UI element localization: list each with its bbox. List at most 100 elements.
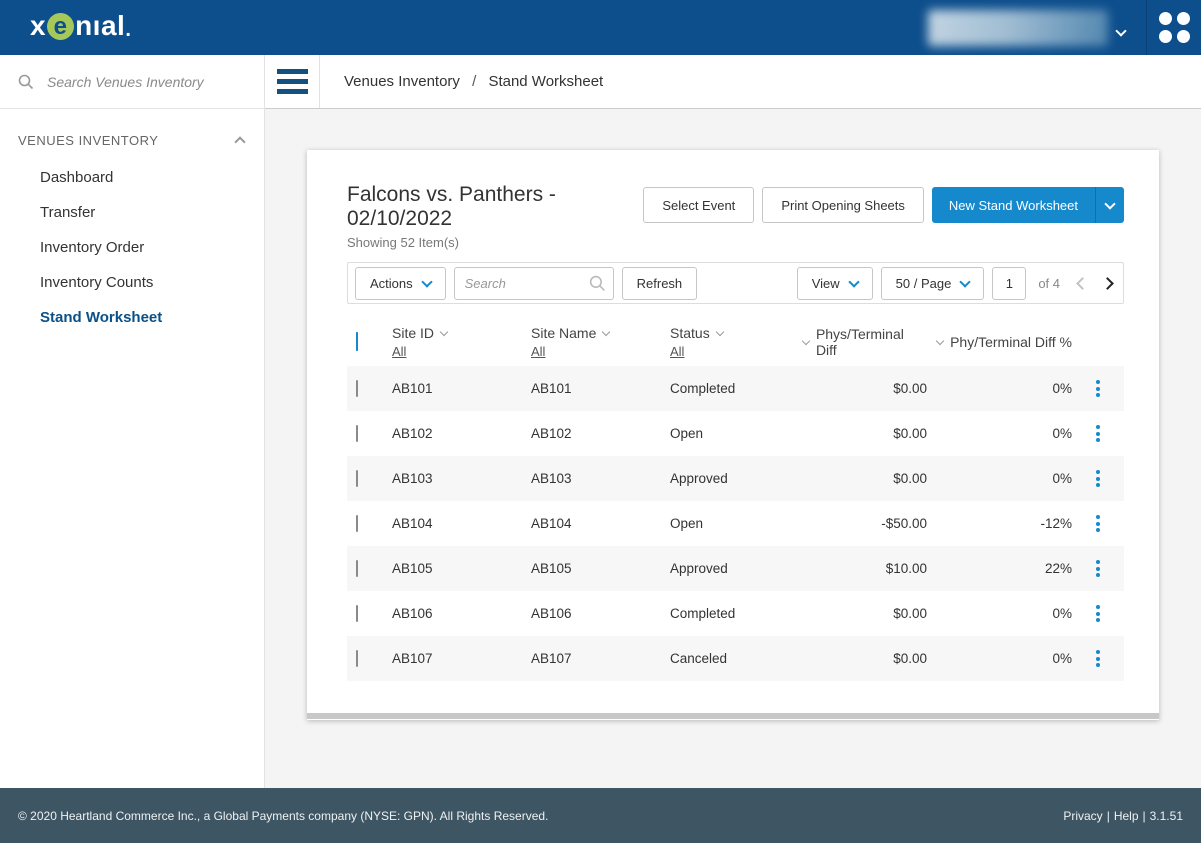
row-checkbox[interactable] (356, 605, 358, 622)
chevron-down-icon (1104, 198, 1115, 209)
previous-page-button[interactable] (1074, 275, 1091, 292)
new-stand-worksheet-dropdown[interactable] (1095, 187, 1124, 223)
table-row[interactable]: AB105 AB105 Approved $10.00 22% (347, 546, 1124, 591)
column-label: Status (670, 325, 710, 341)
chevron-left-icon (1076, 277, 1089, 290)
cell-site-id: AB103 (392, 471, 531, 486)
refresh-button[interactable]: Refresh (622, 267, 698, 300)
cell-site-name: AB104 (531, 516, 670, 531)
footer-links: Privacy|Help|3.1.51 (1063, 809, 1183, 823)
chevron-right-icon (1101, 277, 1114, 290)
row-checkbox[interactable] (356, 560, 358, 577)
cell-diff: $0.00 (803, 381, 927, 396)
sidebar-item-transfer[interactable]: Transfer (0, 195, 264, 230)
column-site-name[interactable]: Site Name All (531, 325, 670, 359)
apps-grid-icon (1159, 12, 1190, 43)
version-number: 3.1.51 (1150, 809, 1183, 823)
view-dropdown[interactable]: View (797, 267, 873, 300)
filter-all-site-id[interactable]: All (392, 344, 406, 359)
cell-diff: $0.00 (803, 471, 927, 486)
privacy-link[interactable]: Privacy (1063, 809, 1102, 823)
page-number-input[interactable] (992, 267, 1026, 300)
sidebar: VENUES INVENTORY Dashboard Transfer Inve… (0, 55, 265, 788)
cell-status: Canceled (670, 651, 803, 666)
row-checkbox[interactable] (356, 515, 358, 532)
table-body: AB101 AB101 Completed $0.00 0% AB102 AB1… (347, 366, 1124, 681)
sidebar-item-inventory-order[interactable]: Inventory Order (0, 230, 264, 265)
column-status[interactable]: Status All (670, 325, 803, 359)
main-content: Falcons vs. Panthers - 02/10/2022 Showin… (265, 109, 1201, 788)
print-opening-sheets-button[interactable]: Print Opening Sheets (762, 187, 924, 223)
table-row[interactable]: AB107 AB107 Canceled $0.00 0% (347, 636, 1124, 681)
new-stand-worksheet-button[interactable]: New Stand Worksheet (932, 187, 1124, 223)
cell-status: Approved (670, 471, 803, 486)
table-row[interactable]: AB106 AB106 Completed $0.00 0% (347, 591, 1124, 636)
search-icon (589, 275, 606, 292)
view-label: View (812, 276, 840, 291)
apps-menu-button[interactable] (1146, 0, 1201, 55)
stand-worksheet-card: Falcons vs. Panthers - 02/10/2022 Showin… (307, 150, 1159, 720)
menu-toggle-button[interactable] (265, 55, 320, 108)
row-checkbox[interactable] (356, 380, 358, 397)
sidebar-section-header[interactable]: VENUES INVENTORY (0, 109, 264, 160)
row-checkbox[interactable] (356, 425, 358, 442)
chevron-down-icon (715, 327, 723, 335)
page-size-dropdown[interactable]: 50 / Page (881, 267, 985, 300)
cell-status: Open (670, 516, 803, 531)
app-header: xenıal. (0, 0, 1201, 55)
footer-separator: | (1143, 809, 1146, 823)
search-icon (18, 74, 34, 90)
breadcrumb-current: Stand Worksheet (488, 73, 603, 90)
cell-site-id: AB105 (392, 561, 531, 576)
column-phys-terminal-diff[interactable]: Phys/Terminal Diff (803, 326, 927, 358)
chevron-down-icon (848, 276, 859, 287)
cell-site-id: AB104 (392, 516, 531, 531)
help-link[interactable]: Help (1114, 809, 1139, 823)
table-row[interactable]: AB102 AB102 Open $0.00 0% (347, 411, 1124, 456)
next-page-button[interactable] (1099, 275, 1116, 292)
column-site-id[interactable]: Site ID All (392, 325, 531, 359)
cell-diff-pct: 0% (927, 426, 1072, 441)
section-label: VENUES INVENTORY (18, 133, 158, 148)
account-dropdown[interactable] (1117, 22, 1125, 40)
sidebar-item-stand-worksheet[interactable]: Stand Worksheet (0, 300, 264, 335)
page-total: of 4 (1038, 276, 1060, 291)
cell-status: Open (670, 426, 803, 441)
cell-site-name: AB105 (531, 561, 670, 576)
chevron-down-icon (1115, 25, 1126, 36)
cell-site-id: AB107 (392, 651, 531, 666)
account-name-blurred[interactable] (928, 10, 1108, 46)
row-actions-menu[interactable] (1092, 421, 1104, 446)
select-all-checkbox[interactable] (356, 332, 358, 351)
sidebar-item-dashboard[interactable]: Dashboard (0, 160, 264, 195)
actions-dropdown[interactable]: Actions (355, 267, 446, 300)
cell-diff-pct: 0% (927, 471, 1072, 486)
table-row[interactable]: AB104 AB104 Open -$50.00 -12% (347, 501, 1124, 546)
cell-site-name: AB107 (531, 651, 670, 666)
row-actions-menu[interactable] (1092, 646, 1104, 671)
table-row[interactable]: AB103 AB103 Approved $0.00 0% (347, 456, 1124, 501)
filter-all-site-name[interactable]: All (531, 344, 545, 359)
table-header: Site ID All Site Name All Status All Phy… (347, 318, 1124, 366)
horizontal-scrollbar[interactable] (307, 713, 1159, 719)
sidebar-item-inventory-counts[interactable]: Inventory Counts (0, 265, 264, 300)
column-label: Phy/Terminal Diff % (950, 334, 1072, 350)
table-row[interactable]: AB101 AB101 Completed $0.00 0% (347, 366, 1124, 411)
column-phy-terminal-diff-pct[interactable]: Phy/Terminal Diff % (927, 334, 1072, 350)
row-actions-menu[interactable] (1092, 466, 1104, 491)
cell-site-name: AB106 (531, 606, 670, 621)
breadcrumb-parent[interactable]: Venues Inventory (344, 73, 460, 90)
filter-all-status[interactable]: All (670, 344, 684, 359)
logo-text: x (30, 10, 46, 42)
row-actions-menu[interactable] (1092, 511, 1104, 536)
cell-diff: $0.00 (803, 606, 927, 621)
row-checkbox[interactable] (356, 650, 358, 667)
row-checkbox[interactable] (356, 470, 358, 487)
chevron-up-icon (234, 136, 245, 147)
row-actions-menu[interactable] (1092, 601, 1104, 626)
row-actions-menu[interactable] (1092, 376, 1104, 401)
row-actions-menu[interactable] (1092, 556, 1104, 581)
sidebar-search-input[interactable] (47, 74, 246, 90)
select-event-button[interactable]: Select Event (643, 187, 754, 223)
page-size-label: 50 / Page (896, 276, 952, 291)
